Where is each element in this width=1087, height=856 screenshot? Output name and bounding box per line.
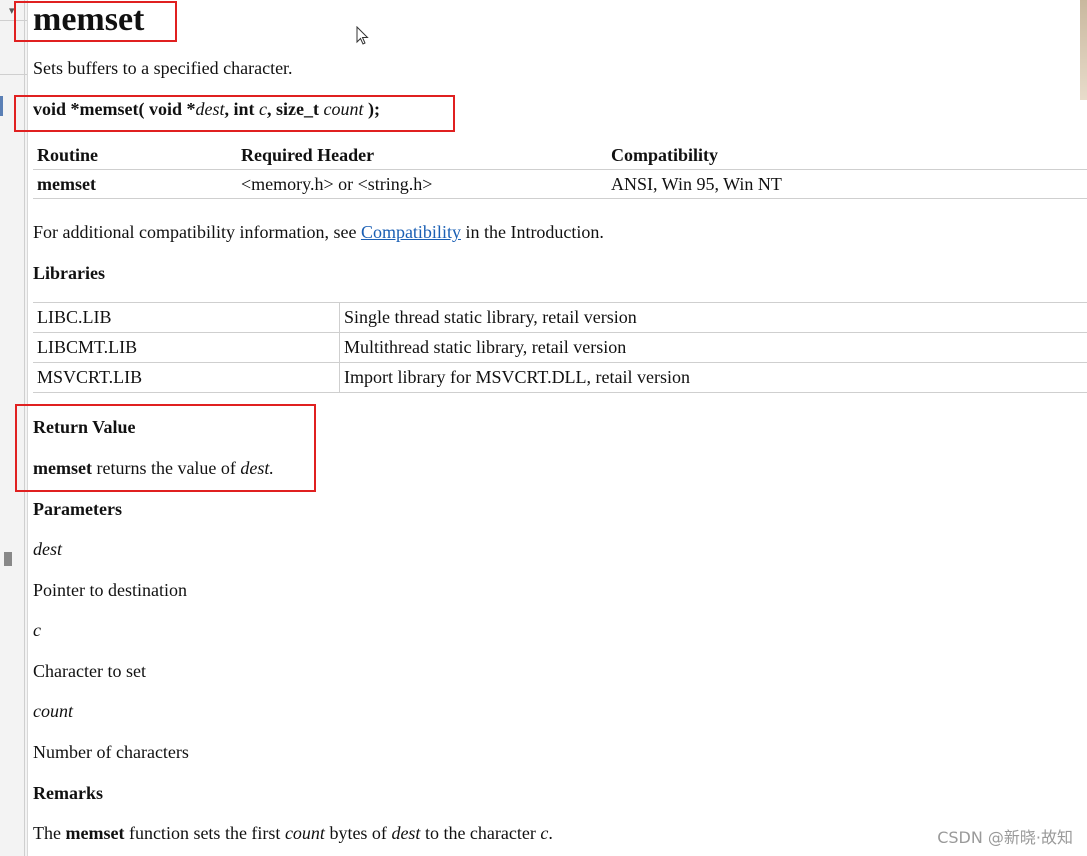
table-row: LIBCMT.LIB Multithread static library, r…	[33, 332, 1087, 363]
header-cell: Compatibility	[607, 141, 1087, 170]
table-cell: ANSI, Win 95, Win NT	[607, 169, 1087, 199]
table-cell: LIBC.LIB	[33, 302, 340, 333]
header-cell: Required Header	[237, 141, 607, 170]
param-name: c	[33, 620, 41, 640]
compatibility-table: Routine Required Header Compatibility me…	[33, 141, 1087, 199]
title-highlight-box	[14, 1, 177, 42]
text: The	[33, 823, 66, 843]
watermark: CSDN @新晓·故知	[937, 828, 1073, 847]
remarks-text: The memset function sets the first count…	[33, 823, 553, 844]
param-name: dest	[33, 539, 62, 559]
table-row: MSVCRT.LIB Import library for MSVCRT.DLL…	[33, 362, 1087, 393]
table-cell: LIBCMT.LIB	[33, 332, 340, 363]
return-value-highlight-box	[15, 404, 316, 492]
table-cell: <memory.h> or <string.h>	[237, 169, 607, 199]
table-header-row: Routine Required Header Compatibility	[33, 141, 1087, 170]
param-desc: Character to set	[33, 661, 146, 681]
function-name: memset	[65, 823, 125, 843]
parameters-heading: Parameters	[33, 499, 122, 519]
text: .	[548, 823, 553, 843]
param-name: count	[33, 701, 73, 721]
gutter-divider	[0, 74, 27, 75]
prototype-highlight-box	[14, 95, 455, 132]
text: For additional compatibility information…	[33, 222, 361, 242]
table-cell: Single thread static library, retail ver…	[339, 302, 1087, 333]
right-scrollbar[interactable]	[1080, 0, 1087, 100]
scroll-thumb[interactable]	[4, 552, 12, 566]
text: bytes of	[324, 823, 392, 843]
text: function sets the first	[124, 823, 285, 843]
text: to the character	[420, 823, 541, 843]
text: in the Introduction.	[460, 222, 604, 242]
table-cell: MSVCRT.LIB	[33, 362, 340, 393]
compatibility-link[interactable]: Compatibility	[361, 222, 461, 242]
gutter-marker	[0, 96, 3, 116]
table-row: LIBC.LIB Single thread static library, r…	[33, 302, 1087, 333]
table-cell: Import library for MSVCRT.DLL, retail ve…	[339, 362, 1087, 393]
mouse-cursor-icon	[356, 26, 370, 46]
param-desc: Number of characters	[33, 742, 189, 762]
libraries-table: LIBC.LIB Single thread static library, r…	[33, 302, 1087, 393]
table-cell: memset	[33, 169, 237, 199]
header-cell: Routine	[33, 141, 237, 170]
param-desc: Pointer to destination	[33, 580, 187, 600]
description: Sets buffers to a specified character.	[33, 58, 293, 78]
libraries-heading: Libraries	[33, 263, 105, 283]
param-name: count	[284, 823, 325, 843]
additional-info: For additional compatibility information…	[33, 222, 604, 243]
param-name: dest	[391, 823, 421, 843]
remarks-heading: Remarks	[33, 783, 103, 803]
table-cell: Multithread static library, retail versi…	[339, 332, 1087, 363]
table-row: memset <memory.h> or <string.h> ANSI, Wi…	[33, 169, 1087, 199]
